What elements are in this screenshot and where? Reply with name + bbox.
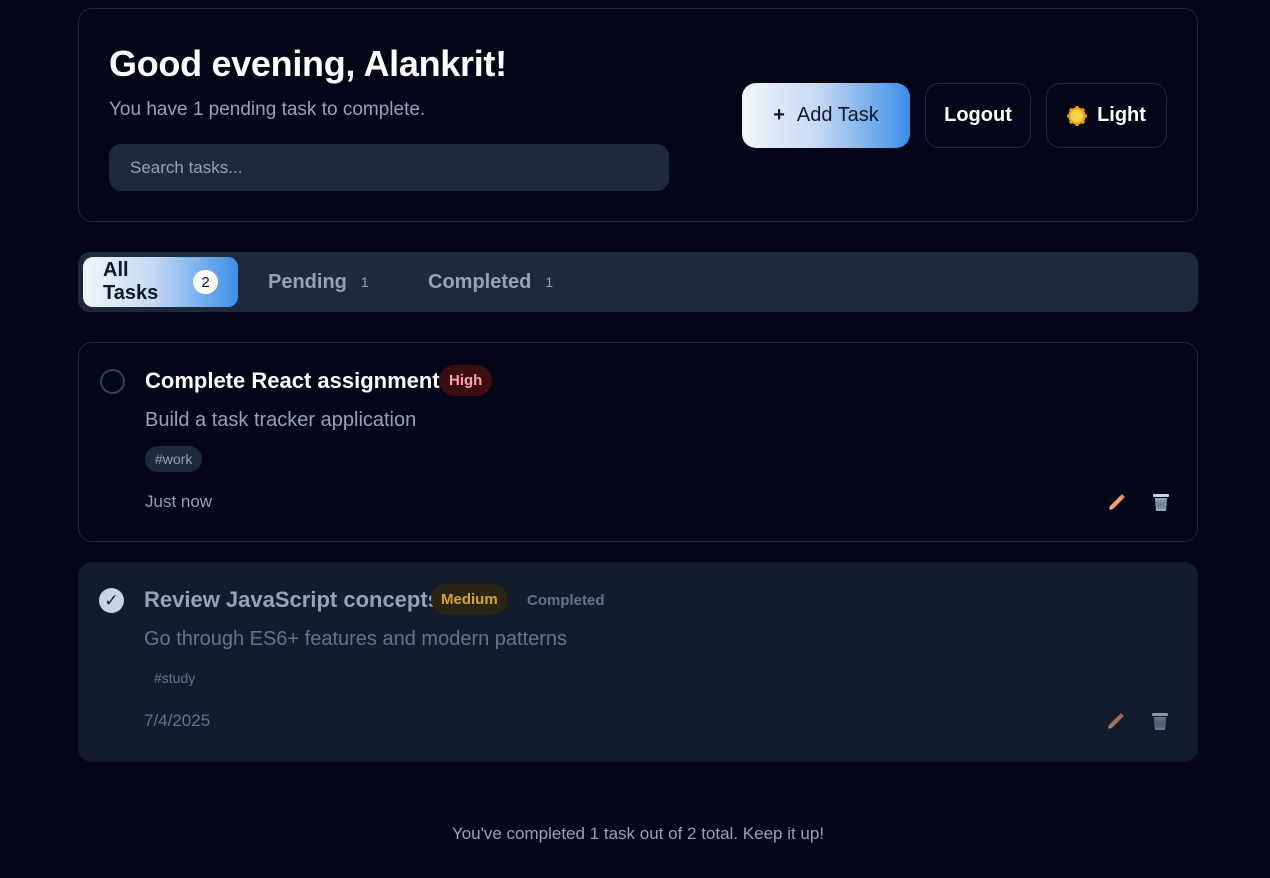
logout-button[interactable]: Logout [925, 83, 1031, 148]
filter-tabs: All Tasks 2 Pending 1 Completed 1 [78, 252, 1198, 312]
sun-icon [1067, 105, 1088, 126]
trash-icon[interactable] [1150, 491, 1172, 513]
tab-pending[interactable]: Pending 1 [248, 257, 389, 307]
tab-count-badge: 2 [192, 270, 218, 294]
task-checkbox[interactable] [100, 369, 125, 394]
tab-completed[interactable]: Completed 1 [408, 257, 573, 307]
logout-label: Logout [944, 104, 1012, 126]
priority-badge: Medium [431, 584, 508, 615]
pending-summary: You have 1 pending task to complete. [109, 99, 426, 120]
tab-label: All Tasks [103, 259, 159, 304]
add-task-button[interactable]: + Add Task [742, 83, 910, 148]
header-card: Good evening, Alankrit! You have 1 pendi… [78, 8, 1198, 222]
status-label: Completed [527, 592, 605, 609]
add-task-label: Add Task [796, 104, 879, 126]
task-description: Go through ES6+ features and modern patt… [144, 628, 568, 650]
tab-label: Completed [428, 270, 532, 293]
task-tag: #study [154, 670, 196, 686]
checkmark-icon: ✓ [104, 590, 119, 610]
completion-summary: You've completed 1 task out of 2 total. … [451, 824, 825, 843]
plus-icon: + [773, 104, 785, 126]
tab-all-tasks[interactable]: All Tasks 2 [83, 257, 238, 307]
task-card: Complete React assignment High Build a t… [78, 342, 1198, 542]
tab-count: 1 [545, 274, 554, 290]
pencil-icon[interactable] [1105, 710, 1127, 732]
task-timestamp: Just now [145, 492, 213, 511]
theme-toggle-button[interactable]: Light [1046, 83, 1167, 148]
trash-icon[interactable] [1149, 710, 1171, 732]
tab-label: Pending [268, 270, 347, 293]
search-input[interactable] [109, 144, 669, 191]
pencil-icon[interactable] [1106, 491, 1128, 513]
task-card: ✓ Review JavaScript concepts Medium Comp… [78, 562, 1198, 762]
task-title: Review JavaScript concepts [144, 587, 440, 612]
theme-toggle-label: Light [1097, 104, 1146, 126]
task-description: Build a task tracker application [145, 409, 417, 431]
priority-badge: High [439, 365, 493, 396]
task-title: Complete React assignment [145, 368, 440, 393]
task-timestamp: 7/4/2025 [144, 711, 211, 730]
greeting-title: Good evening, Alankrit! [109, 43, 507, 84]
tab-count: 1 [360, 274, 369, 290]
task-tag: #work [145, 446, 203, 472]
task-checkbox-checked[interactable]: ✓ [99, 588, 124, 613]
